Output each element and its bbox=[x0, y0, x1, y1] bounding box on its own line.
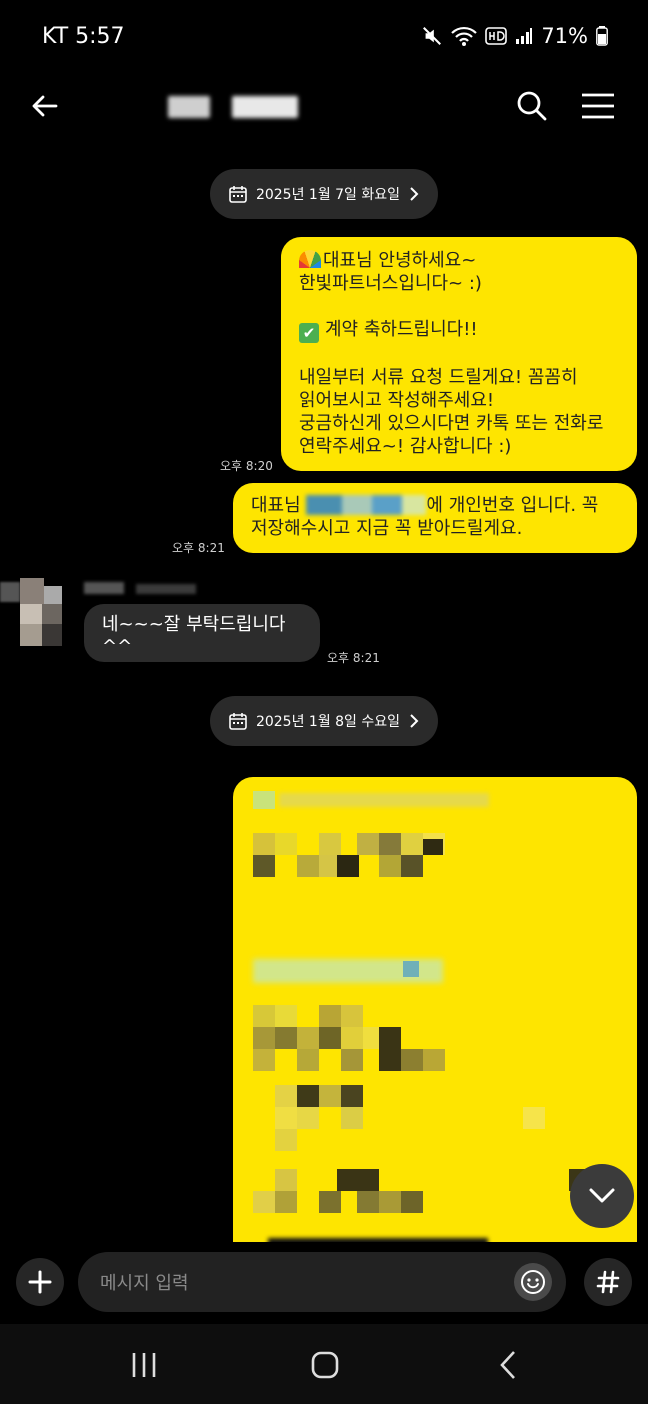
message-input[interactable]: 메시지 입력 bbox=[78, 1252, 566, 1312]
calendar-icon bbox=[229, 713, 247, 730]
arrow-left-icon bbox=[32, 95, 58, 117]
search-icon bbox=[517, 91, 547, 121]
message-line: 연락주세요~! 감사합니다 :) bbox=[299, 436, 512, 457]
signal-icon bbox=[516, 28, 533, 44]
chat-room-title bbox=[168, 94, 300, 120]
avatar[interactable] bbox=[0, 578, 64, 648]
back-button[interactable] bbox=[22, 84, 66, 128]
message-time: 오후 8:20 bbox=[220, 459, 273, 473]
status-time: KT 5:57 bbox=[42, 24, 125, 49]
battery-percent: 71% bbox=[541, 24, 588, 48]
check-mark-emoji-icon: ✔ bbox=[299, 323, 319, 343]
hd-icon bbox=[485, 27, 508, 45]
message-line: 한빛파트너스입니다~ :) bbox=[299, 273, 482, 294]
message-line: 궁금하신게 있으시다면 카톡 또는 전화로 bbox=[299, 413, 604, 434]
message-time: 오후 8:21 bbox=[327, 651, 380, 665]
message-line: 내일부터 서류 요청 드릴게요! 꼼꼼히 bbox=[299, 367, 578, 388]
hamburger-menu-icon bbox=[582, 93, 614, 119]
date-label: 2025년 1월 8일 수요일 bbox=[255, 714, 401, 730]
chevron-down-icon bbox=[589, 1188, 615, 1203]
message-line: 읽어보시고 작성해주세요! bbox=[299, 390, 495, 411]
recent-apps-button[interactable] bbox=[120, 1344, 168, 1386]
home-icon bbox=[311, 1351, 339, 1379]
plus-icon bbox=[28, 1270, 52, 1294]
search-button[interactable] bbox=[510, 84, 554, 128]
date-divider-1[interactable]: 2025년 1월 7일 화요일 bbox=[210, 169, 438, 219]
chevron-right-icon bbox=[410, 187, 419, 201]
attach-button[interactable] bbox=[16, 1258, 64, 1306]
sender-name bbox=[84, 580, 214, 596]
message-bubble-outgoing[interactable]: 대표님 안녕하세요~ 한빛파트너스입니다~ :) ✔ 계약 축하드립니다!! 내일… bbox=[281, 237, 637, 471]
date-divider-2[interactable]: 2025년 1월 8일 수요일 bbox=[210, 696, 438, 746]
emoticon-button[interactable] bbox=[514, 1263, 552, 1301]
message-line: ✔ 계약 축하드립니다!! bbox=[299, 318, 619, 343]
message-bubble-incoming[interactable]: 네~~~잘 부탁드립니다^^ bbox=[84, 604, 320, 662]
message-time: 오후 8:21 bbox=[172, 541, 225, 555]
hashtag-search-button[interactable] bbox=[584, 1258, 632, 1306]
calendar-icon bbox=[229, 186, 247, 203]
menu-button[interactable] bbox=[576, 84, 620, 128]
recent-apps-icon bbox=[132, 1353, 156, 1377]
message-line: 저장해수시고 지금 꼭 받아드릴게요. bbox=[251, 518, 523, 539]
redacted-phone-number bbox=[306, 495, 427, 515]
battery-icon bbox=[596, 26, 608, 46]
system-back-button[interactable] bbox=[484, 1344, 532, 1386]
hashtag-icon bbox=[596, 1270, 620, 1294]
date-label: 2025년 1월 7일 화요일 bbox=[255, 187, 401, 203]
scroll-to-bottom-button[interactable] bbox=[570, 1164, 634, 1228]
mute-icon bbox=[423, 27, 442, 45]
message-input-placeholder: 메시지 입력 bbox=[100, 1273, 189, 1294]
chevron-right-icon bbox=[410, 714, 419, 728]
smiley-icon bbox=[521, 1270, 545, 1294]
back-chevron-icon bbox=[500, 1351, 515, 1379]
message-line: 대표님 안녕하세요~ bbox=[299, 249, 619, 272]
message-line: 대표님 에 개인번호 입니다. 꼭 bbox=[251, 495, 599, 516]
message-line bbox=[299, 295, 619, 318]
wifi-icon bbox=[451, 26, 478, 46]
status-icons: 71% bbox=[421, 24, 608, 48]
message-line bbox=[299, 343, 619, 366]
home-button[interactable] bbox=[301, 1344, 349, 1386]
message-bubble-outgoing[interactable]: 대표님 에 개인번호 입니다. 꼭 저장해수시고 지금 꼭 받아드릴게요. bbox=[233, 483, 637, 553]
rainbow-emoji-icon bbox=[299, 250, 321, 268]
